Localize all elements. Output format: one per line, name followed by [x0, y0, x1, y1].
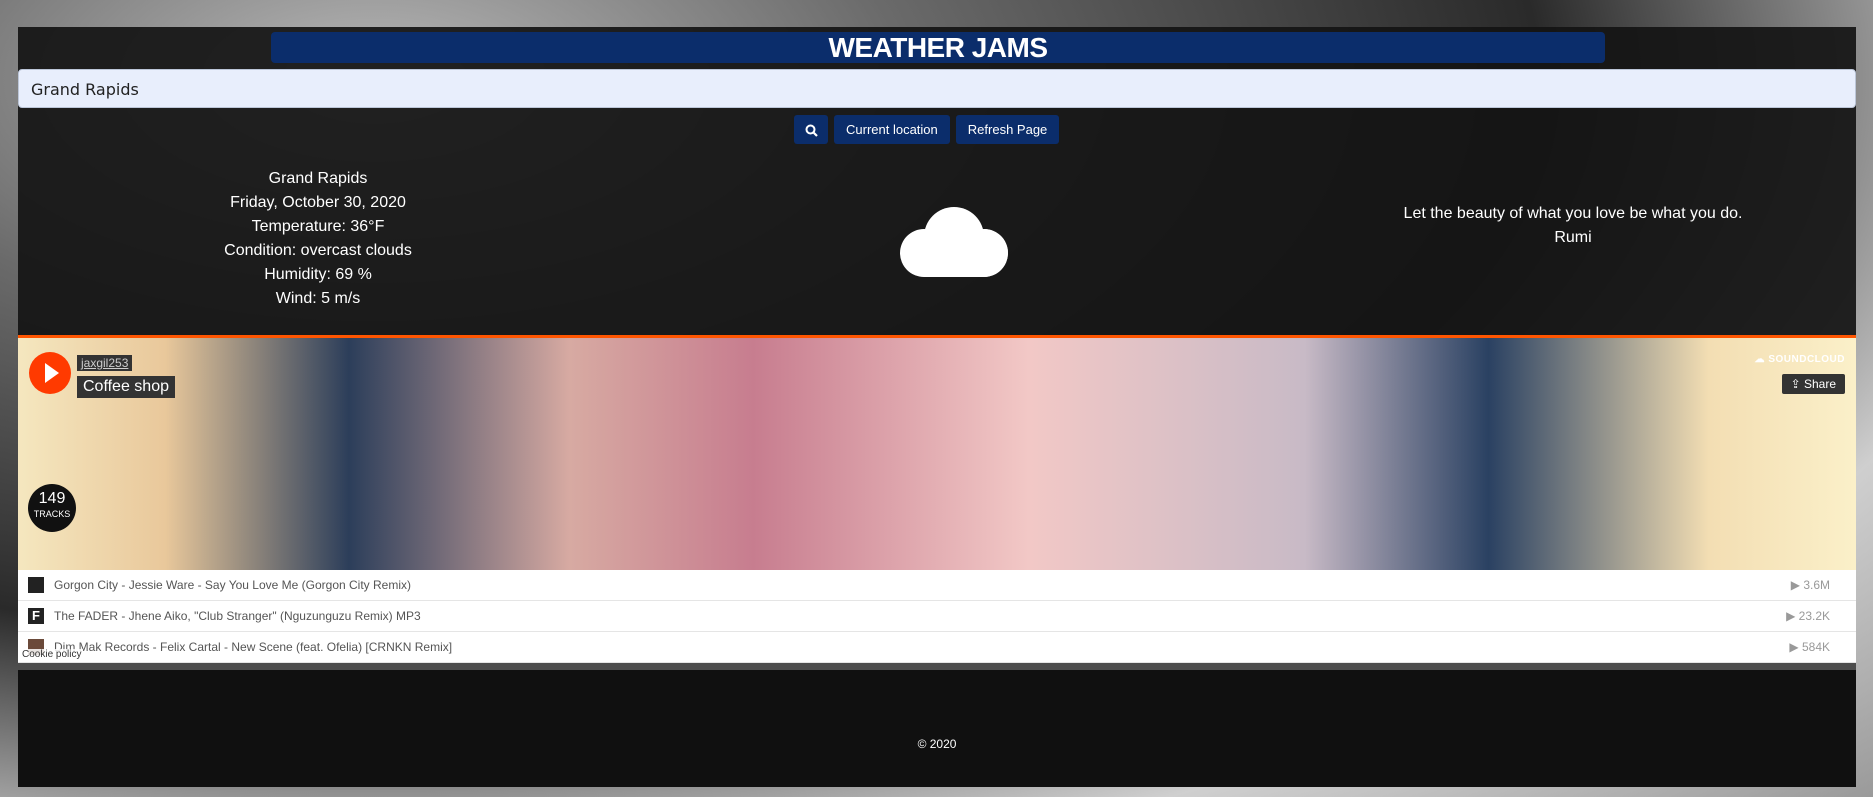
refresh-page-button[interactable]: Refresh Page	[955, 115, 1060, 144]
track-plays: ▶ 3.6M	[1790, 578, 1830, 592]
quote-author: Rumi	[1554, 229, 1592, 246]
weather-details: Grand Rapids Friday, October 30, 2020 Te…	[168, 167, 468, 311]
cloud-icon	[900, 207, 1008, 277]
user-link[interactable]: jaxgil253	[77, 355, 133, 371]
play-button[interactable]	[29, 352, 71, 394]
button-row: Current location Refresh Page	[794, 115, 1060, 144]
track-title: Dim Mak Records - Felix Cartal - New Sce…	[54, 640, 453, 654]
share-label: Share	[1803, 377, 1836, 391]
quote-block: Let the beauty of what you love be what …	[1318, 202, 1828, 250]
track-list: Gorgon City - Jessie Ware - Say You Love…	[18, 570, 1856, 663]
share-button[interactable]: ⇪ Share	[1781, 374, 1845, 394]
page-container: WEATHER JAMS Current location Refresh Pa…	[18, 27, 1856, 787]
track-row[interactable]: Dim Mak Records - Felix Cartal - New Sce…	[18, 632, 1856, 663]
track-title: The FADER - Jhene Aiko, "Club Stranger" …	[54, 609, 421, 623]
search-button[interactable]	[794, 115, 828, 144]
tracks-label: TRACKS	[33, 509, 71, 519]
quote-text: Let the beauty of what you love be what …	[1403, 205, 1743, 222]
copyright: © 2020	[917, 737, 957, 751]
search-bar[interactable]	[18, 69, 1856, 109]
divider	[18, 663, 1856, 670]
cookie-policy-link[interactable]: Cookie policy	[20, 649, 84, 660]
playlist-title[interactable]: Coffee shop	[77, 376, 175, 398]
soundcloud-logo[interactable]: ☁ SOUNDCLOUD	[1755, 354, 1845, 365]
current-location-button[interactable]: Current location	[834, 115, 950, 144]
footer: © 2020	[18, 670, 1856, 787]
share-icon: ⇪	[1790, 377, 1804, 391]
tracks-count-badge: 149 TRACKS	[28, 484, 76, 532]
search-icon	[805, 124, 818, 137]
wind: Wind: 5 m/s	[275, 290, 361, 307]
track-title: Gorgon City - Jessie Ware - Say You Love…	[54, 578, 412, 592]
app-title: WEATHER JAMS	[271, 32, 1605, 63]
tracks-count: 149	[38, 490, 66, 507]
humidity: Humidity: 69 %	[264, 266, 372, 283]
track-plays: ▶ 584K	[1789, 640, 1830, 654]
track-row[interactable]: Gorgon City - Jessie Ware - Say You Love…	[18, 570, 1856, 601]
soundcloud-brand: SOUNDCLOUD	[1768, 354, 1845, 365]
soundcloud-icon: ☁	[1754, 354, 1769, 365]
condition: Condition: overcast clouds	[224, 242, 412, 259]
fader-logo-icon: F	[28, 608, 44, 624]
track-thumbnail	[28, 577, 44, 593]
track-row[interactable]: F The FADER - Jhene Aiko, "Club Stranger…	[18, 601, 1856, 632]
city-name: Grand Rapids	[268, 170, 368, 187]
date: Friday, October 30, 2020	[230, 194, 406, 211]
soundcloud-player: jaxgil253 Coffee shop ☁ SOUNDCLOUD ⇪ Sha…	[18, 338, 1856, 570]
temperature: Temperature: 36°F	[251, 218, 385, 235]
track-plays: ▶ 23.2K	[1786, 609, 1830, 623]
city-search-input[interactable]	[29, 70, 1833, 109]
